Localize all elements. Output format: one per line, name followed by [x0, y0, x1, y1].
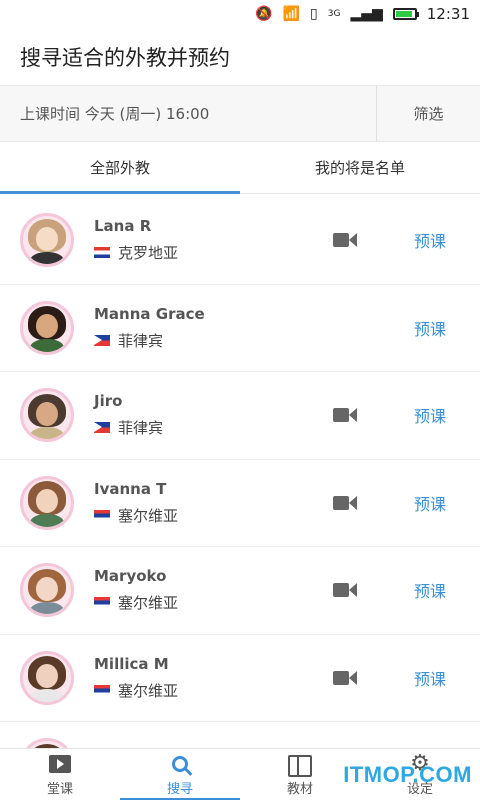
- flag-icon: [94, 334, 110, 346]
- battery-icon: [392, 8, 419, 20]
- book-lesson-button[interactable]: 预课: [414, 666, 446, 690]
- video-icon: [333, 232, 357, 248]
- nav-search-label: 搜寻: [166, 781, 193, 797]
- flag-icon: [94, 509, 110, 521]
- search-icon: [172, 755, 188, 772]
- teacher-country-label: 塞尔维亚: [118, 506, 179, 525]
- book-lesson-button[interactable]: 预课: [414, 578, 446, 602]
- nav-materials[interactable]: 教材: [240, 749, 360, 800]
- teacher-country-label: 塞尔维亚: [118, 594, 179, 613]
- teacher-row[interactable]: Jiro 菲律宾 预课: [0, 372, 480, 460]
- video-icon: [333, 582, 357, 598]
- book-lesson-button[interactable]: 预课: [414, 491, 446, 515]
- video-icon: [333, 495, 357, 511]
- mute-icon: 🔕: [255, 6, 273, 22]
- network-type: 3G: [327, 9, 341, 19]
- book-lesson-button[interactable]: 预课: [414, 403, 446, 427]
- watermark-logo: ITMOP.COM: [343, 762, 472, 787]
- tab-all-teachers[interactable]: 全部外教: [0, 142, 240, 194]
- teacher-country-label: 菲律宾: [118, 419, 164, 438]
- teacher-avatar[interactable]: [20, 300, 74, 355]
- teacher-row[interactable]: Maryoko 塞尔维亚 预课: [0, 547, 480, 635]
- flag-icon: [94, 597, 110, 609]
- teacher-avatar[interactable]: [20, 563, 74, 618]
- teacher-avatar[interactable]: [20, 475, 74, 530]
- teacher-country-label: 克罗地亚: [118, 244, 179, 263]
- wifi-icon: 📶: [282, 6, 301, 22]
- status-bar: 🔕 📶 ▯ 3G ▂▄▆ 12:31: [0, 0, 480, 28]
- flag-icon: [94, 422, 110, 434]
- video-icon: [333, 670, 357, 686]
- teacher-list[interactable]: Lana R 克罗地亚 预课 Manna Grace 菲律宾 预课 Jiro 菲律宾 预课 Iva…: [0, 197, 480, 748]
- teacher-row[interactable]: Millica M 塞尔维亚 预课: [0, 635, 480, 722]
- teacher-avatar[interactable]: [20, 738, 74, 748]
- book-lesson-button[interactable]: 预课: [414, 316, 446, 340]
- tab-my-list[interactable]: 我的将是名单: [240, 142, 480, 193]
- teacher-row[interactable]: Lana R 克罗地亚 预课: [0, 197, 480, 285]
- sim-icon: ▯: [310, 6, 318, 22]
- teacher-row[interactable]: Manna Grace 菲律宾 预课: [0, 285, 480, 372]
- teacher-row[interactable]: Ivanna T 塞尔维亚 预课: [0, 460, 480, 547]
- teacher-avatar[interactable]: [20, 388, 74, 443]
- teacher-country-label: 菲律宾: [118, 331, 164, 350]
- nav-materials-label: 教材: [286, 781, 313, 797]
- book-lesson-button[interactable]: 预课: [414, 228, 446, 252]
- teacher-avatar[interactable]: [20, 213, 74, 268]
- nav-class-label: 堂课: [46, 781, 73, 797]
- filter-bar: 上课时间 今天 (周一) 16:00 筛选: [0, 86, 480, 142]
- teacher-avatar[interactable]: [20, 650, 74, 705]
- book-icon: [288, 754, 312, 777]
- video-icon: [333, 407, 357, 423]
- flag-icon: [94, 684, 110, 696]
- signal-icon: ▂▄▆: [350, 6, 383, 22]
- flag-icon: [94, 247, 110, 259]
- nav-search[interactable]: 搜寻: [120, 749, 240, 800]
- teacher-row[interactable]: Danil...: [0, 722, 480, 748]
- class-time-selector[interactable]: 上课时间 今天 (周一) 16:00: [0, 86, 376, 141]
- page-title: 搜寻适合的外教并预约: [0, 28, 480, 86]
- teacher-country-label: 塞尔维亚: [118, 681, 179, 700]
- clock: 12:31: [426, 5, 470, 23]
- teacher-tabs: 全部外教 我的将是名单: [0, 142, 480, 194]
- filter-button[interactable]: 筛选: [376, 86, 480, 141]
- nav-class[interactable]: 堂课: [0, 749, 120, 800]
- class-video-icon: [49, 754, 71, 773]
